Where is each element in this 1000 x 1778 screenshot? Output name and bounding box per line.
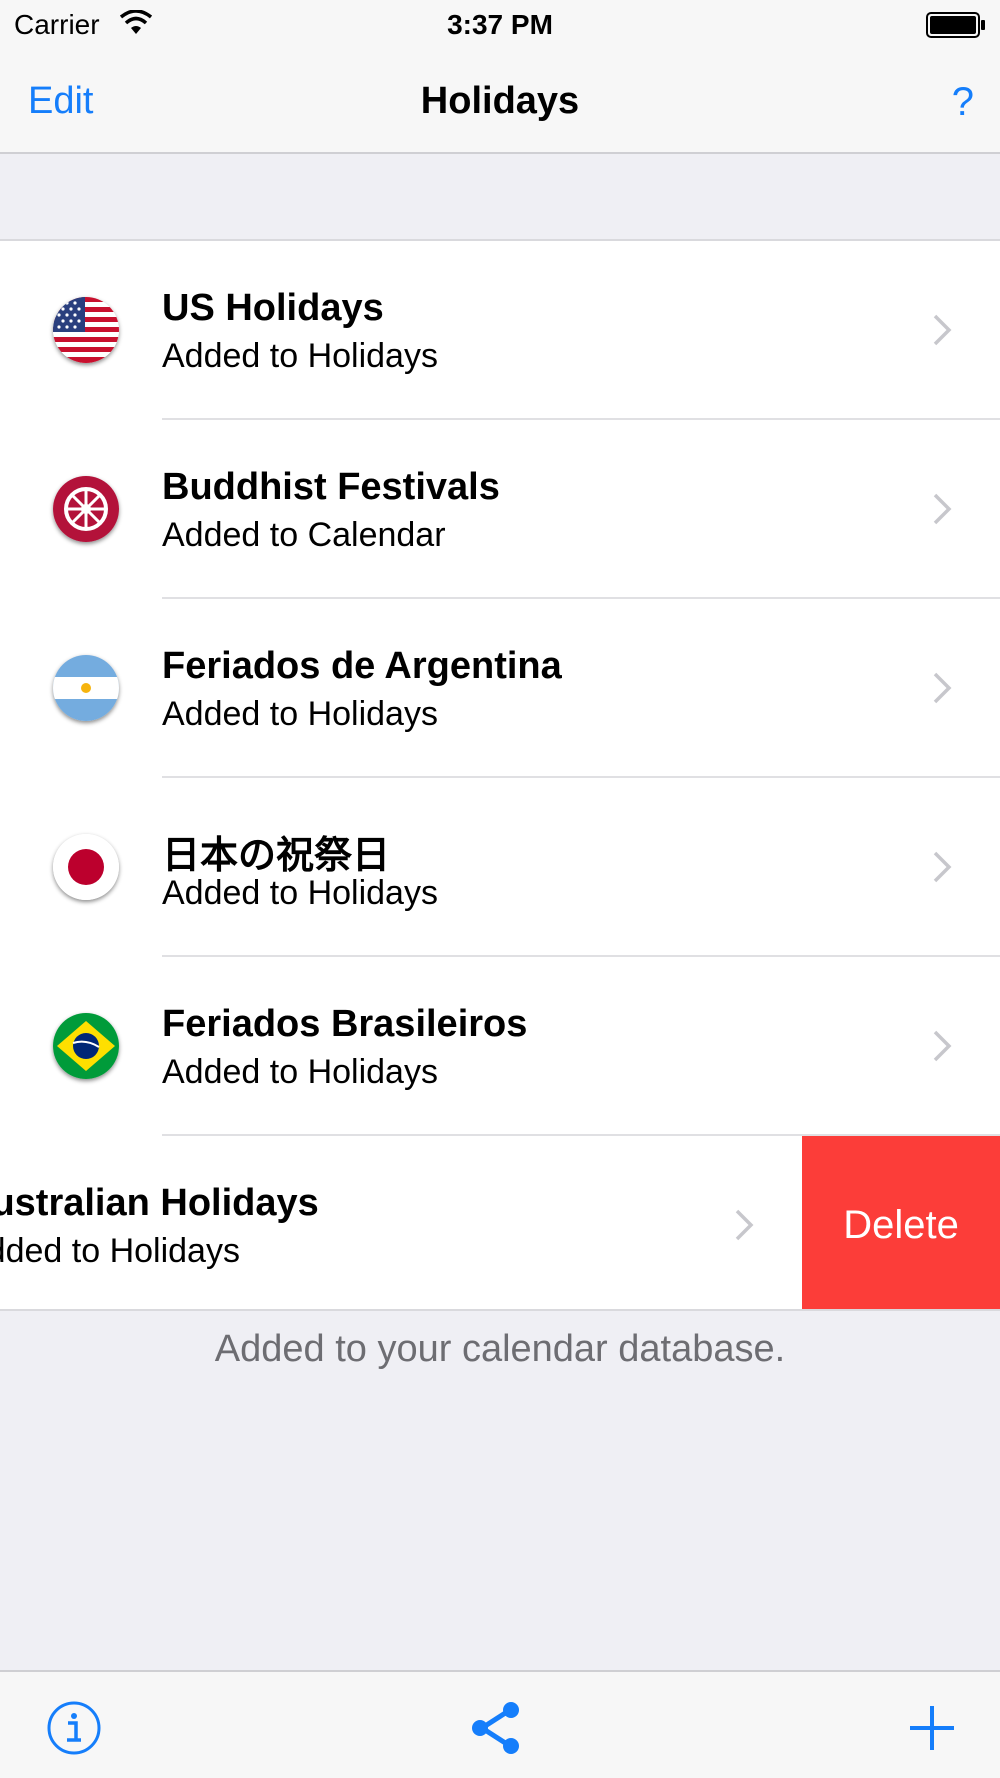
row-subtitle: Added to Holidays [162,874,438,912]
bottom-toolbar [0,1670,1000,1778]
row-subtitle: Added to Calendar [162,516,446,554]
info-icon[interactable] [46,1700,102,1756]
holiday-list: US Holidays Added to Holidays Buddhist F… [0,239,1000,1311]
status-time: 3:37 PM [447,9,553,40]
list-item[interactable]: US Holidays Added to Holidays [0,241,1000,420]
row-subtitle: Added to Holidays [162,337,438,375]
plus-icon[interactable] [904,1700,960,1756]
japan-flag-icon [53,834,119,900]
chevron-right-icon [933,1030,952,1062]
page-title: Holidays [420,80,580,122]
row-title: Buddhist Festivals [162,466,500,508]
row-subtitle: Added to Holidays [0,1232,240,1270]
row-title: Feriados Brasileiros [162,1003,528,1045]
list-footer: Added to your calendar database. [214,1328,786,1370]
us-flag-icon [53,297,119,363]
swiped-row-content[interactable]: Australian Holidays Added to Holidays [0,1136,802,1309]
chevron-right-icon [933,493,952,525]
row-subtitle: Added to Holidays [162,1053,438,1091]
argentina-flag-icon [53,655,119,721]
navigation-bar: Edit Holidays ? [0,50,1000,154]
row-subtitle: Added to Holidays [162,695,438,733]
list-item[interactable]: 日本の祝祭日 Added to Holidays [0,778,1000,957]
brazil-flag-icon [53,1013,119,1079]
list-item[interactable]: Feriados Brasileiros Added to Holidays [0,957,1000,1136]
battery-icon [926,12,985,38]
chevron-right-icon [933,672,952,704]
list-item[interactable]: Feriados de Argentina Added to Holidays [0,599,1000,778]
row-title: Feriados de Argentina [162,645,562,687]
list-item[interactable]: Buddhist Festivals Added to Calendar [0,420,1000,599]
list-item-swiped[interactable]: Australian Holidays Added to Holidays De… [0,1136,1000,1309]
chevron-right-icon [933,851,952,883]
chevron-right-icon [735,1209,754,1241]
help-button[interactable]: ? [952,80,974,125]
share-icon[interactable] [468,1700,524,1756]
row-title: 日本の祝祭日 [162,835,391,877]
row-title: Australian Holidays [0,1182,319,1224]
dharma-wheel-icon [53,476,119,542]
row-title: US Holidays [162,287,384,329]
delete-button[interactable]: Delete [802,1136,1000,1309]
chevron-right-icon [933,314,952,346]
status-bar: Carrier 3:37 PM [0,0,1000,50]
